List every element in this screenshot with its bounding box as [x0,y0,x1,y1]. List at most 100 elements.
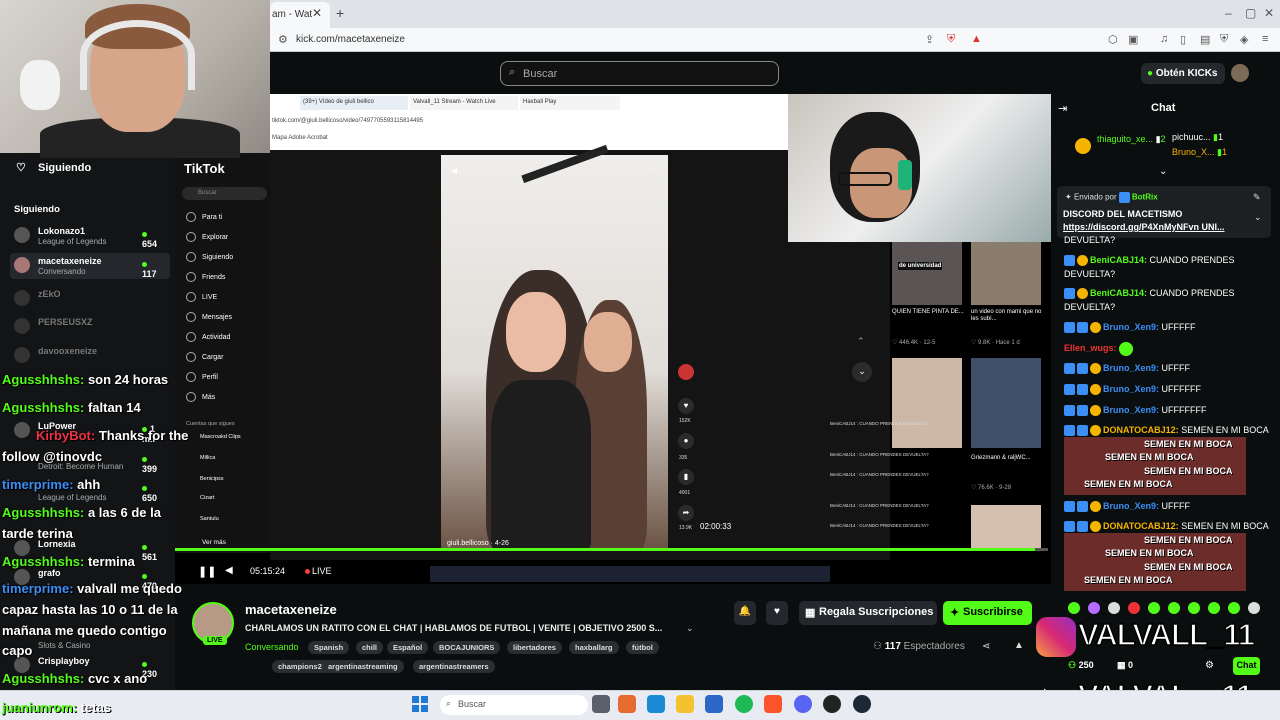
close-window-icon[interactable]: ✕ [1264,6,1274,20]
vpn-icon[interactable]: ⛨ [1220,33,1228,46]
sidebar-toggle-icon[interactable]: ▯ [1180,33,1186,46]
stream-tag[interactable]: argentinastreamers [413,660,495,673]
site-info-icon[interactable]: ⚙ [278,33,288,46]
subscribe-button[interactable]: ✦ Suscribirse [943,601,1032,625]
chevron-down-icon[interactable]: ⌄ [1254,212,1262,223]
discord-link[interactable]: https://discord.gg/P4XnMyNFvn UNI... [1063,222,1225,232]
brave-shield-icon[interactable]: ⛨ [947,33,955,46]
menu-icon[interactable]: ≡ [1262,33,1268,45]
stream-tag[interactable]: Español [387,641,429,654]
notification-bell-button[interactable]: 🔔 [734,601,756,625]
kicks-balance[interactable]: ▦ 0 [1117,660,1133,671]
edge-icon[interactable] [647,695,665,713]
follow-heart-button[interactable]: ♥ [766,601,788,625]
store-icon[interactable] [705,695,723,713]
music-icon[interactable]: ♫ [1160,33,1168,45]
rewards-icon[interactable]: ▲ [971,33,982,45]
stream-tag[interactable]: haxballarg [569,641,619,654]
following-heart-icon: ♡ [16,162,26,174]
emote-icon[interactable] [1188,602,1200,614]
chat-user[interactable]: Bruno_Xen9: [1103,384,1159,394]
chat-settings-icon[interactable]: ⚙ [1205,660,1214,671]
chat-user[interactable]: Bruno_Xen9: [1103,501,1159,511]
send-chat-button[interactable]: Chat [1233,657,1260,675]
volume-icon[interactable]: ◀ [225,565,233,576]
figurine [20,60,60,110]
streamer-name[interactable]: macetaxeneize [245,602,337,617]
channel-points[interactable]: ⚇ 250 [1068,660,1094,671]
overlay-chat-line: Agusshhshs: termina [2,554,135,569]
url-field[interactable]: kick.com/macetaxeneize [296,34,405,45]
chat-user[interactable]: Bruno_Xen9: [1103,322,1159,332]
stream-tag[interactable]: Spanish [308,641,350,654]
minimize-icon[interactable]: – [1225,6,1232,20]
screenshot-icon[interactable]: ▣ [1128,33,1138,46]
inner-timer: 02:00:33 [700,522,732,531]
wallet-icon[interactable]: ▤ [1200,33,1210,46]
emote-icon[interactable] [1168,602,1180,614]
share-icon[interactable]: ⋖ [982,641,990,652]
channel-name: Lokonazo1 [38,226,86,236]
chat-user[interactable]: Ellen_wugs: [1064,343,1117,353]
chat-message: Bruno_Xen9: UFFFFFF [1064,382,1270,396]
pause-icon[interactable]: ❚❚ [198,565,216,578]
extension-icon[interactable]: ⬡ [1108,33,1118,46]
thumbnail [971,358,1041,448]
emote-icon[interactable] [1248,602,1260,614]
collapse-chat-icon[interactable]: ⇥ [1058,102,1067,115]
save-count: 4001 [679,490,691,496]
maximize-icon[interactable]: ▢ [1245,6,1256,20]
chat-user[interactable]: Bruno_Xen9: [1103,405,1159,415]
chat-text: UFFFFF [1159,322,1196,332]
close-tab-icon[interactable]: ✕ [312,6,322,20]
emote-icon[interactable] [1128,602,1140,614]
emote-icon[interactable] [1088,602,1100,614]
taskbar-search[interactable]: ⌕ Buscar [440,695,588,715]
stream-category[interactable]: Conversando [245,642,299,652]
chat-user[interactable]: BeniCABJ14: [1090,255,1147,265]
search-icon: ⌕ [446,698,452,708]
windows-start-icon[interactable] [412,696,428,712]
new-tab-icon[interactable]: + [336,5,344,21]
stream-tag[interactable]: chill [356,641,384,654]
expand-title-icon[interactable]: ⌄ [686,623,694,634]
get-kicks-button[interactable]: ● Obtén KICKs [1141,63,1225,84]
emote-icon[interactable] [1208,602,1220,614]
overlay-user: juaniunrom: [2,700,78,715]
stream-tag[interactable]: BOCAJUNIORS [433,641,501,654]
unpin-icon[interactable]: ✎ [1253,192,1261,203]
stream-tag[interactable]: fútbol [626,641,659,654]
chat-user[interactable]: DONATOCABJ12: [1103,425,1179,435]
report-icon[interactable]: ▲ [1014,640,1024,651]
viewer-count: 654 [142,239,158,249]
emote-icon[interactable] [1148,602,1160,614]
chat-user[interactable]: BeniCABJ14: [1090,288,1147,298]
app-icon[interactable] [618,695,636,713]
task-view-icon[interactable] [592,695,610,713]
thumbnail [892,358,962,448]
discord-icon[interactable] [794,695,812,713]
steam-icon[interactable] [853,695,871,713]
brave-icon[interactable] [764,695,782,713]
overlay-chat-line: Agusshhshs: a las 6 de la [2,505,161,520]
emote-icon[interactable] [1228,602,1240,614]
spam-text: SEMEN EN MI BOCA [1144,439,1233,449]
emote-icon[interactable] [1108,602,1120,614]
search-input[interactable]: ⌕ Buscar [500,61,779,86]
share-icon[interactable]: ⇪ [925,33,934,46]
chat-user[interactable]: DONATOCABJ12: [1103,521,1179,531]
stream-tag[interactable]: argentinastreaming [322,660,404,673]
overlay-msg: termina [84,554,135,569]
file-explorer-icon[interactable] [676,695,694,713]
obs-icon[interactable] [823,695,841,713]
stream-tag[interactable]: libertadores [507,641,562,654]
user-avatar[interactable] [1231,64,1249,82]
chat-user[interactable]: Bruno_Xen9: [1103,363,1159,373]
emote-icon[interactable] [1068,602,1080,614]
gifter-entry: pichuuc... ▮1 [1172,132,1224,142]
spotify-icon[interactable] [735,695,753,713]
chevron-down-icon[interactable]: ⌄ [1159,166,1167,177]
gifter-entry: thiaguito_xe... ▮2 [1097,134,1166,144]
gift-subs-button[interactable]: ▦ Regala Suscripciones [799,601,937,625]
shield-icon[interactable]: ◈ [1240,33,1248,46]
